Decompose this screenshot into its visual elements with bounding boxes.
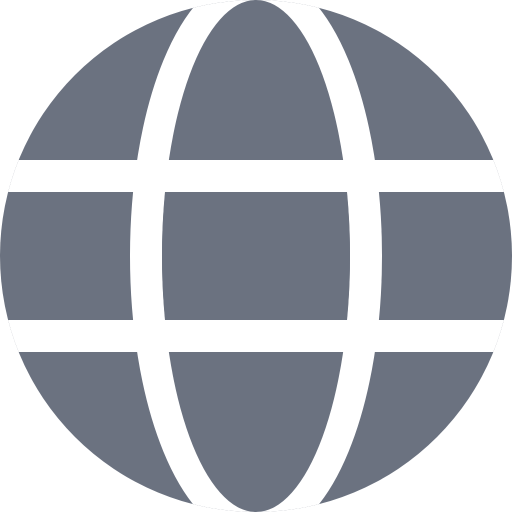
- latitude-gap-bottom-inner: [150, 320, 362, 352]
- globe-body: [0, 0, 512, 512]
- meridian-inner: [162, 0, 350, 512]
- icon-canvas: [0, 0, 512, 512]
- latitude-gap-top-inner: [150, 160, 362, 192]
- globe-icon: [0, 0, 512, 512]
